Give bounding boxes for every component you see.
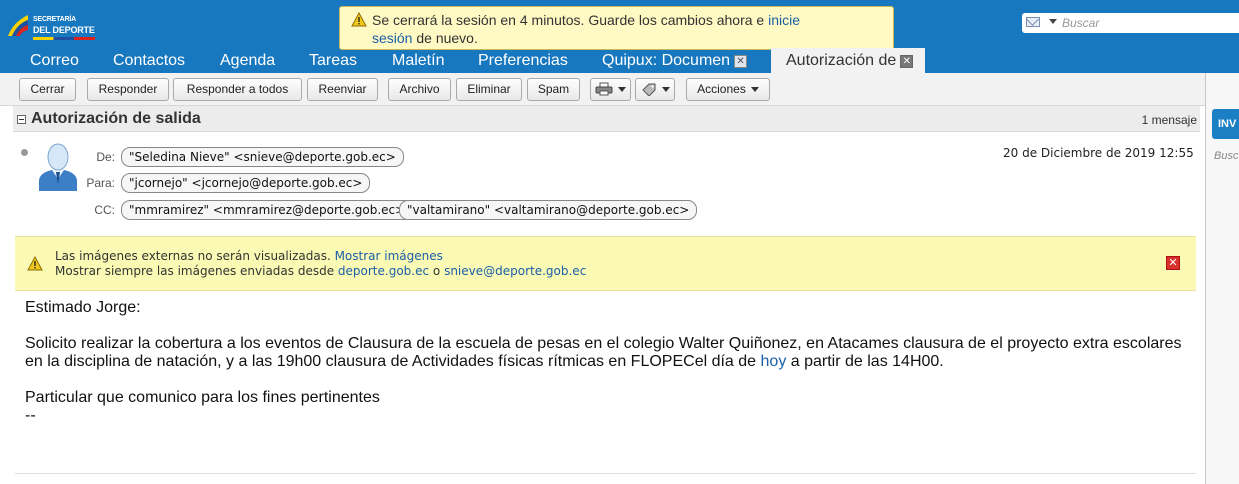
session-alert-line2: sesión de nuevo. bbox=[372, 30, 478, 46]
chevron-down-icon[interactable] bbox=[1049, 19, 1057, 24]
session-alert-suffix: de nuevo. bbox=[412, 30, 478, 46]
ecuador-flag-logo-icon bbox=[8, 15, 28, 36]
cc-label: CC: bbox=[94, 203, 115, 217]
body-paragraph-line1: Solicito realizar la cobertura a los eve… bbox=[25, 335, 1182, 352]
tag-menu-button[interactable] bbox=[635, 78, 675, 101]
session-alert-line1: Se cerrará la sesión en 4 minutos. Guard… bbox=[372, 12, 800, 28]
message-subject: Autorización de salida bbox=[31, 110, 201, 127]
closing-line: Particular que comunico para los fines p… bbox=[25, 389, 380, 406]
tab-tareas[interactable]: Tareas bbox=[309, 48, 357, 73]
body-text: en la disciplina de natación, y a las 19… bbox=[25, 353, 761, 370]
tab-quipux-label: Quipux: Documen bbox=[602, 52, 731, 69]
greeting: Estimado Jorge: bbox=[25, 299, 141, 316]
always-show-text: Mostrar siempre las imágenes enviadas de… bbox=[55, 264, 338, 278]
message-body: Estimado Jorge: Solicito realizar la cob… bbox=[25, 299, 1190, 425]
session-timeout-alert: Se cerrará la sesión en 4 minutos. Guard… bbox=[339, 6, 894, 50]
sender-avatar-icon bbox=[39, 143, 77, 191]
tab-preferencias[interactable]: Preferencias bbox=[478, 48, 568, 73]
right-search-hint[interactable]: Busc bbox=[1214, 150, 1238, 162]
spam-button[interactable]: Spam bbox=[527, 78, 580, 101]
tab-contactos[interactable]: Contactos bbox=[113, 48, 185, 73]
tab-maletin[interactable]: Maletín bbox=[392, 48, 444, 73]
close-button[interactable]: Cerrar bbox=[19, 78, 76, 101]
search-input[interactable] bbox=[1062, 15, 1232, 31]
image-warning-text: Las imágenes externas no serán visualiza… bbox=[55, 249, 335, 263]
body-paragraph-line2: en la disciplina de natación, y a las 19… bbox=[25, 353, 1190, 371]
search-box[interactable] bbox=[1022, 13, 1239, 33]
signature-separator: -- bbox=[25, 407, 36, 424]
actions-label: Acciones bbox=[697, 82, 746, 96]
tab-autorizacion[interactable]: Autorización de ✕ bbox=[771, 48, 926, 73]
forward-button[interactable]: Reenviar bbox=[307, 78, 378, 101]
message-toolbar: Cerrar Responder Responder a todos Reenv… bbox=[0, 73, 1205, 106]
always-show-domain-link[interactable]: deporte.gob.ec bbox=[338, 264, 429, 278]
image-warning-line2: Mostrar siempre las imágenes enviadas de… bbox=[55, 264, 586, 278]
login-link-part1[interactable]: inicie bbox=[768, 12, 800, 28]
message-header-bar: Autorización de salida 1 mensaje bbox=[13, 106, 1200, 132]
divider bbox=[15, 473, 1196, 474]
archive-button[interactable]: Archivo bbox=[388, 78, 451, 101]
from-label: De: bbox=[96, 150, 115, 164]
external-images-warning: Las imágenes externas no serán visualiza… bbox=[15, 236, 1196, 291]
collapse-icon[interactable] bbox=[17, 115, 26, 124]
print-menu-button[interactable] bbox=[590, 78, 631, 101]
chevron-down-icon bbox=[750, 87, 759, 92]
chevron-down-icon bbox=[618, 87, 626, 92]
show-images-link[interactable]: Mostrar imágenes bbox=[335, 249, 443, 263]
from-address-chip[interactable]: "Seledina Nieve" <snieve@deporte.gob.ec> bbox=[121, 147, 404, 167]
reply-all-button[interactable]: Responder a todos bbox=[173, 78, 302, 101]
or-text: o bbox=[429, 264, 445, 278]
body-text: a partir de las 14H00. bbox=[786, 353, 944, 370]
always-show-sender-link[interactable]: snieve@deporte.gob.ec bbox=[444, 264, 586, 278]
chevron-down-icon bbox=[661, 87, 670, 92]
tab-agenda[interactable]: Agenda bbox=[220, 48, 275, 73]
today-date-link[interactable]: hoy bbox=[761, 353, 787, 370]
message-count: 1 mensaje bbox=[1141, 113, 1197, 127]
message-date: 20 de Diciembre de 2019 12:55 bbox=[1003, 146, 1194, 160]
warning-icon bbox=[27, 256, 43, 271]
logo-color-bar bbox=[33, 37, 95, 40]
app-header: SECRETARÍA DEL DEPORTE Se cerrará la ses… bbox=[0, 0, 1239, 73]
mail-envelope-icon[interactable] bbox=[1026, 17, 1040, 27]
tag-icon bbox=[641, 83, 655, 97]
close-icon[interactable]: ✕ bbox=[1166, 256, 1180, 270]
secretaria-deporte-logo[interactable]: SECRETARÍA DEL DEPORTE bbox=[6, 6, 110, 42]
close-tab-icon[interactable]: ✕ bbox=[734, 55, 748, 68]
image-warning-line1: Las imágenes externas no serán visualiza… bbox=[55, 249, 443, 263]
message-view: Autorización de salida 1 mensaje De: "Se… bbox=[13, 106, 1200, 484]
close-tab-icon[interactable]: ✕ bbox=[900, 55, 914, 68]
read-status-dot-icon[interactable] bbox=[21, 149, 28, 156]
tab-correo[interactable]: Correo bbox=[30, 48, 79, 73]
to-label: Para: bbox=[86, 176, 115, 190]
delete-button[interactable]: Eliminar bbox=[456, 78, 522, 101]
cc-address-chip[interactable]: "mmramirez" <mmramirez@deporte.gob.ec> bbox=[121, 200, 414, 220]
login-link-part2[interactable]: sesión bbox=[372, 30, 412, 46]
warning-icon bbox=[351, 12, 367, 27]
cc-address-chip[interactable]: "valtamirano" <valtamirano@deporte.gob.e… bbox=[399, 200, 698, 220]
to-address-chip[interactable]: "jcornejo" <jcornejo@deporte.gob.ec> bbox=[121, 173, 371, 193]
printer-icon bbox=[595, 82, 613, 96]
session-alert-text: Se cerrará la sesión en 4 minutos. Guard… bbox=[372, 12, 769, 28]
tab-autorizacion-label: Autorización de bbox=[786, 52, 897, 69]
right-side-panel: INV Busc bbox=[1205, 73, 1239, 484]
tab-quipux[interactable]: Quipux: Documen ✕ bbox=[602, 48, 748, 73]
actions-menu-button[interactable]: Acciones bbox=[686, 78, 770, 101]
logo-line2: DEL DEPORTE bbox=[33, 25, 95, 35]
invite-button[interactable]: INV bbox=[1212, 109, 1239, 139]
reply-button[interactable]: Responder bbox=[87, 78, 169, 101]
logo-line1: SECRETARÍA bbox=[33, 16, 76, 23]
